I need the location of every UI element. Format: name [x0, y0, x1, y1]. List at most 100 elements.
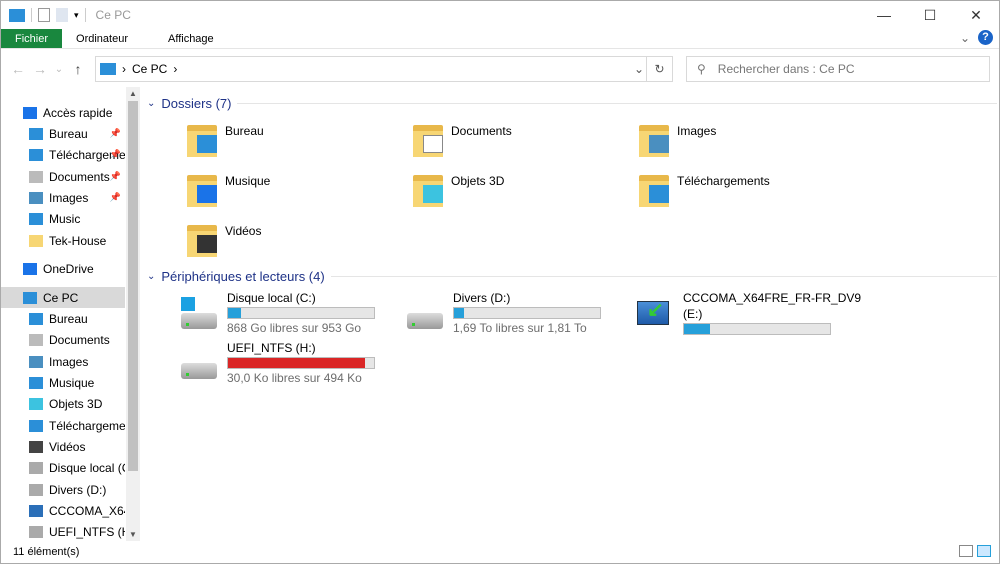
maximize-button[interactable]: ☐	[907, 1, 953, 29]
sidebar-item-label: Vidéos	[49, 439, 86, 454]
drive-letter: (E:)	[683, 307, 703, 321]
sidebar-item[interactable]: Téléchargements	[1, 415, 125, 436]
drive-icon	[29, 483, 43, 496]
tab-ordinateur[interactable]: Ordinateur	[62, 29, 142, 48]
documents-icon	[423, 135, 443, 153]
help-icon[interactable]: ?	[978, 30, 993, 45]
sidebar-item[interactable]: Images 📌	[1, 187, 125, 208]
address-bar[interactable]: › Ce PC › ⌄ ↻	[95, 56, 673, 82]
sidebar-item-label: Bureau	[49, 311, 88, 326]
cube-icon	[423, 185, 443, 203]
search-placeholder: Rechercher dans : Ce PC	[717, 62, 855, 76]
sidebar-item[interactable]: OneDrive	[1, 258, 125, 279]
search-icon: ⚲	[697, 62, 706, 76]
sidebar-item[interactable]: CCCOMA_X64FRE_FR-FR_DV9 (E:)	[1, 500, 125, 521]
sidebar-item[interactable]: Music	[1, 208, 125, 229]
content-pane: ⌄ Dossiers (7) Bureau Documents Images Musi…	[147, 91, 999, 541]
ribbon: Fichier Ordinateur Affichage ⌄ ?	[1, 29, 999, 49]
up-button[interactable]: ↑	[67, 61, 89, 77]
drive-item[interactable]: UEFI_NTFS (H:) 30,0 Ko libres sur 494 Ko	[179, 341, 375, 385]
images-icon	[649, 135, 669, 153]
folder-item[interactable]: Bureau	[185, 121, 264, 157]
forward-button[interactable]: →	[29, 61, 51, 77]
back-button[interactable]: ←	[7, 61, 29, 77]
details-view-button[interactable]	[959, 545, 973, 557]
collapse-icon[interactable]: ⌄	[147, 271, 155, 282]
sidebar-item-label: Music	[49, 211, 81, 226]
cloud-icon	[23, 262, 37, 275]
sidebar-item[interactable]: Bureau	[1, 308, 125, 329]
desktop-icon	[29, 127, 43, 140]
music-icon	[29, 212, 43, 225]
sidebar-item[interactable]: Accès rapide	[1, 102, 125, 123]
scroll-up-icon[interactable]: ▲	[126, 89, 140, 98]
folder-item[interactable]: Musique	[185, 171, 270, 207]
folder-item[interactable]: Téléchargements	[637, 171, 770, 207]
recent-locations-button[interactable]: ⌄	[51, 64, 67, 75]
sidebar-item[interactable]: Musique	[1, 372, 125, 393]
folder-label: Musique	[225, 174, 271, 188]
customize-quick-access-icon[interactable]: ▾	[74, 10, 79, 21]
sidebar-scrollbar[interactable]: ▲ ▼	[126, 87, 140, 541]
large-icons-view-button[interactable]	[977, 545, 991, 557]
sidebar-item-label: Tek-House	[49, 233, 107, 248]
status-bar: 11 élément(s)	[1, 541, 999, 563]
computer-icon	[9, 8, 25, 22]
new-folder-icon[interactable]	[56, 8, 68, 22]
scroll-down-icon[interactable]: ▼	[126, 530, 140, 539]
folder-item[interactable]: Images	[637, 121, 716, 157]
usage-bar	[453, 307, 601, 319]
drive-label: Disque local (C:)	[227, 291, 316, 305]
sidebar-item[interactable]: Disque local (C:)	[1, 457, 125, 478]
usage-bar	[683, 323, 831, 335]
sidebar-item[interactable]: Documents 📌	[1, 166, 125, 187]
download-icon	[649, 185, 669, 203]
images-icon	[29, 355, 43, 368]
sidebar-item-label: Divers (D:)	[49, 482, 107, 497]
sidebar-item[interactable]: Tek-House	[1, 230, 125, 251]
free-space: 1,69 To libres sur 1,81 To	[453, 321, 587, 335]
folder-label: Images	[677, 124, 717, 138]
tab-affichage[interactable]: Affichage	[142, 29, 228, 48]
sidebar-item[interactable]: Bureau 📌	[1, 123, 125, 144]
group-title: Périphériques et lecteurs (4)	[161, 269, 325, 284]
chevron-right-icon[interactable]: ›	[173, 62, 177, 76]
folder-item[interactable]: Objets 3D	[411, 171, 504, 207]
expand-ribbon-icon[interactable]: ⌄	[960, 31, 970, 45]
sidebar-item-label: OneDrive	[43, 261, 94, 276]
address-dropdown-icon[interactable]: ⌄	[634, 62, 644, 76]
window-title: Ce PC	[95, 8, 131, 22]
refresh-button[interactable]: ↻	[646, 57, 672, 81]
sidebar-item[interactable]: Vidéos	[1, 436, 125, 457]
folder-item[interactable]: Documents	[411, 121, 512, 157]
sidebar-item[interactable]: Objets 3D	[1, 393, 125, 414]
sidebar-item[interactable]: Documents	[1, 329, 125, 350]
drive-label: UEFI_NTFS (H:)	[227, 341, 316, 355]
properties-icon[interactable]	[38, 8, 50, 22]
drive-label: CCCOMA_X64FRE_FR-FR_DV9	[683, 291, 862, 305]
chevron-right-icon[interactable]: ›	[122, 62, 126, 76]
minimize-button[interactable]: —	[861, 1, 907, 29]
folder-label: Téléchargements	[677, 174, 770, 188]
pin-icon: 📌	[109, 171, 121, 181]
collapse-icon[interactable]: ⌄	[147, 98, 155, 109]
group-header-drives[interactable]: ⌄ Périphériques et lecteurs (4)	[147, 269, 997, 284]
drive-item[interactable]: Disque local (C:) 868 Go libres sur 953 G…	[179, 291, 375, 335]
sidebar-item[interactable]: Images	[1, 351, 125, 372]
search-input[interactable]: ⚲ Rechercher dans : Ce PC	[686, 56, 990, 82]
folder-icon	[185, 171, 219, 207]
sidebar-item[interactable]: UEFI_NTFS (H:)	[1, 521, 125, 541]
sidebar-item[interactable]: Téléchargements📌	[1, 144, 125, 165]
group-header-folders[interactable]: ⌄ Dossiers (7)	[147, 96, 997, 111]
sidebar-item[interactable]: Ce PC	[1, 287, 125, 308]
tab-fichier[interactable]: Fichier	[1, 29, 63, 48]
sidebar-item[interactable]: Divers (D:)	[1, 479, 125, 500]
drive-icon	[29, 525, 43, 538]
scrollbar-thumb[interactable]	[128, 101, 138, 471]
breadcrumb-ce-pc[interactable]: Ce PC	[132, 62, 167, 76]
usage-bar-fill	[228, 308, 242, 318]
drive-item[interactable]: Divers (D:) 1,69 To libres sur 1,81 To	[405, 291, 601, 335]
close-button[interactable]: ✕	[953, 1, 999, 29]
drive-item[interactable]: ↙ CCCOMA_X64FRE_FR-FR_DV9 (E:)	[635, 291, 861, 337]
folder-item[interactable]: Vidéos	[185, 221, 261, 257]
